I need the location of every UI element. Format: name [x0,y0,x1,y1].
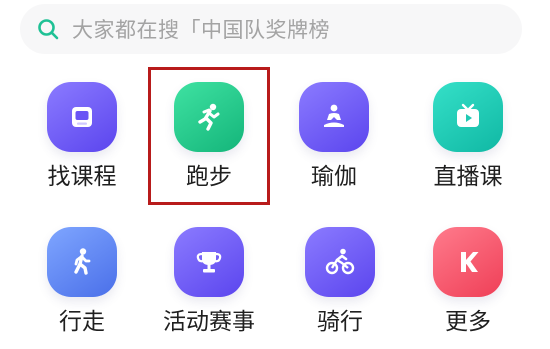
find-course-label: 找课程 [47,164,117,190]
yoga-entry[interactable]: 瑜伽 [274,82,394,190]
walking-entry[interactable]: 行走 [22,227,142,335]
events-entry[interactable]: 活动赛事 [149,227,269,335]
yoga-meditation-icon [324,104,344,127]
cyclist-icon [325,248,355,275]
yoga-label: 瑜伽 [311,164,357,190]
k-logo-icon [461,252,479,272]
feature-grid: 找课程 跑步 瑜伽 直播课 行走 活动赛事 骑行 更多 [0,0,550,349]
find-course-entry[interactable]: 找课程 [22,82,142,190]
running-entry[interactable]: 跑步 [149,82,269,190]
more-entry[interactable]: 更多 [408,227,528,335]
running-label: 跑步 [186,164,232,190]
running-tile[interactable] [174,82,244,152]
yoga-tile[interactable] [299,82,369,152]
running-person-icon [198,103,220,131]
events-label: 活动赛事 [163,309,255,335]
walking-person-icon [74,248,91,275]
walking-label: 行走 [59,309,105,335]
more-label: 更多 [445,309,491,335]
live-class-label: 直播课 [433,164,503,190]
live-class-tile[interactable] [433,82,503,152]
cycling-entry[interactable]: 骑行 [280,227,400,335]
course-book-icon [72,107,92,127]
tv-live-icon [457,103,479,127]
find-course-tile[interactable] [47,82,117,152]
cycling-label: 骑行 [317,309,363,335]
live-class-entry[interactable]: 直播课 [408,82,528,190]
events-tile[interactable] [174,227,244,297]
cycling-tile[interactable] [305,227,375,297]
trophy-icon [196,252,222,273]
more-tile[interactable] [433,227,503,297]
walking-tile[interactable] [47,227,117,297]
